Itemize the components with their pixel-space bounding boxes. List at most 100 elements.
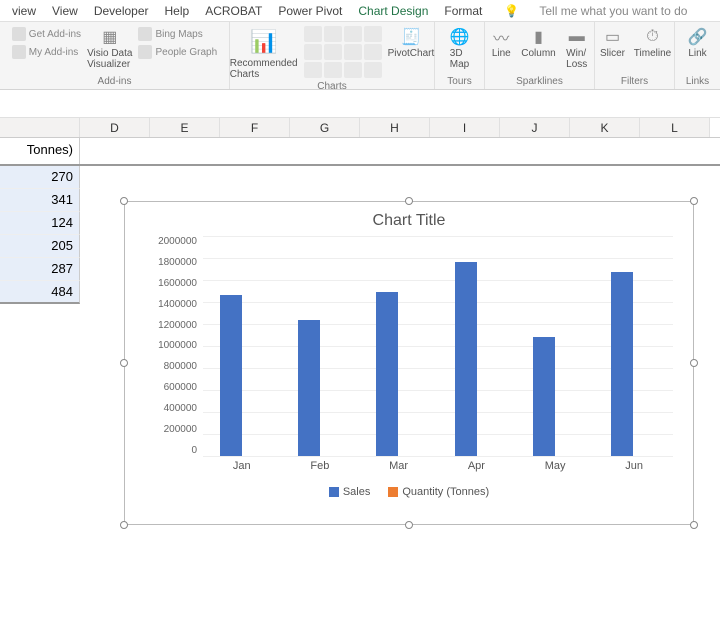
chart-plot-area[interactable]: 2000000180000016000001400000120000010000… — [203, 236, 673, 456]
get-addins-button[interactable]: Get Add-ins — [12, 26, 81, 42]
y-axis-labels: 2000000180000016000001400000120000010000… — [145, 236, 197, 456]
sparkline-winloss-button[interactable]: ▬Win/ Loss — [562, 26, 592, 70]
col-header[interactable]: D — [80, 118, 150, 137]
chart-type-icon[interactable] — [304, 62, 322, 78]
menu-item-chart-design[interactable]: Chart Design — [350, 4, 436, 18]
chart-type-icon[interactable] — [344, 44, 362, 60]
x-axis-labels: JanFebMarAprMayJun — [203, 460, 673, 472]
resize-handle[interactable] — [690, 359, 698, 367]
visio-icon: ▦ — [99, 26, 121, 48]
sparkline-line-button[interactable]: 〰Line — [487, 26, 515, 59]
group-tours: 🌐3D Map Tours — [435, 22, 485, 89]
line-icon: 〰 — [490, 26, 512, 48]
col-header[interactable]: L — [640, 118, 710, 137]
resize-handle[interactable] — [120, 197, 128, 205]
data-cell[interactable]: 341 — [0, 189, 80, 212]
group-charts: 📊Recommended Charts 🧾PivotChart Charts — [230, 22, 435, 89]
menu-item[interactable]: Developer — [86, 4, 157, 18]
chart-type-icon[interactable] — [324, 44, 342, 60]
chart-type-icon[interactable] — [364, 44, 382, 60]
sparkline-column-button[interactable]: ▮Column — [521, 26, 555, 59]
timeline-button[interactable]: ⏱Timeline — [634, 26, 672, 59]
tell-me-input[interactable]: Tell me what you want to do — [531, 4, 695, 18]
group-sparklines: 〰Line ▮Column ▬Win/ Loss Sparklines — [485, 22, 595, 89]
group-filters: ▭Slicer ⏱Timeline Filters — [595, 22, 675, 89]
resize-handle[interactable] — [690, 197, 698, 205]
chart-type-icon[interactable] — [364, 62, 382, 78]
chart-legend[interactable]: Sales Quantity (Tonnes) — [125, 486, 693, 498]
link-icon: 🔗 — [687, 26, 709, 48]
legend-swatch-icon — [329, 487, 339, 497]
col-header[interactable] — [0, 118, 80, 137]
col-header[interactable]: G — [290, 118, 360, 137]
group-links: 🔗Link Links — [675, 22, 720, 89]
chart-bars[interactable] — [203, 236, 673, 456]
chart-type-icon[interactable] — [304, 26, 322, 42]
visio-button[interactable]: ▦Visio Data Visualizer — [87, 26, 132, 70]
chart-type-icon[interactable] — [364, 26, 382, 42]
group-label: Charts — [317, 80, 346, 92]
chart-object[interactable]: Chart Title 2000000180000016000001400000… — [124, 201, 694, 525]
pivotchart-button[interactable]: 🧾PivotChart — [388, 26, 435, 59]
bar[interactable] — [455, 262, 477, 456]
col-header[interactable]: H — [360, 118, 430, 137]
group-label: Sparklines — [516, 75, 563, 87]
legend-item[interactable]: Sales — [329, 486, 371, 498]
people-icon — [138, 45, 152, 59]
menu-item[interactable]: Help — [157, 4, 198, 18]
chart-type-icon[interactable] — [344, 62, 362, 78]
legend-swatch-icon — [388, 487, 398, 497]
ribbon: Get Add-ins My Add-ins ▦Visio Data Visua… — [0, 22, 720, 90]
my-addins-button[interactable]: My Add-ins — [12, 44, 81, 60]
menu-bar: view View Developer Help ACROBAT Power P… — [0, 0, 720, 22]
3dmap-button[interactable]: 🌐3D Map — [440, 26, 480, 70]
bar[interactable] — [220, 295, 242, 456]
col-header[interactable]: E — [150, 118, 220, 137]
data-cell[interactable]: 287 — [0, 258, 80, 281]
bing-maps-button[interactable]: Bing Maps — [138, 26, 217, 42]
pivotchart-icon: 🧾 — [400, 26, 422, 48]
resize-handle[interactable] — [120, 359, 128, 367]
col-header[interactable]: K — [570, 118, 640, 137]
menu-item[interactable]: view — [4, 4, 44, 18]
menu-item[interactable]: ACROBAT — [197, 4, 270, 18]
resize-handle[interactable] — [120, 521, 128, 529]
winloss-icon: ▬ — [566, 26, 588, 48]
menu-item[interactable]: Format — [436, 4, 490, 18]
data-cell[interactable]: 270 — [0, 166, 80, 189]
menu-item[interactable]: Power Pivot — [270, 4, 350, 18]
data-cell[interactable]: 124 — [0, 212, 80, 235]
chart-type-icon[interactable] — [324, 26, 342, 42]
resize-handle[interactable] — [690, 521, 698, 529]
col-header[interactable]: F — [220, 118, 290, 137]
slicer-icon: ▭ — [602, 26, 624, 48]
bar[interactable] — [533, 337, 555, 456]
menu-item[interactable]: View — [44, 4, 86, 18]
header-cell[interactable]: Tonnes) — [0, 138, 80, 164]
chart-type-icon[interactable] — [324, 62, 342, 78]
group-label: Links — [686, 75, 709, 87]
column-headers: D E F G H I J K L — [0, 118, 720, 138]
col-header[interactable]: J — [500, 118, 570, 137]
bing-icon — [138, 27, 152, 41]
resize-handle[interactable] — [405, 521, 413, 529]
recommended-charts-button[interactable]: 📊Recommended Charts — [230, 26, 298, 80]
col-header[interactable]: I — [430, 118, 500, 137]
group-label: Filters — [621, 75, 648, 87]
legend-item[interactable]: Quantity (Tonnes) — [388, 486, 489, 498]
chart-type-icon[interactable] — [304, 44, 322, 60]
data-cell[interactable]: 205 — [0, 235, 80, 258]
resize-handle[interactable] — [405, 197, 413, 205]
slicer-button[interactable]: ▭Slicer — [598, 26, 628, 59]
bar[interactable] — [298, 320, 320, 456]
chart-type-icon[interactable] — [344, 26, 362, 42]
chart-title[interactable]: Chart Title — [125, 202, 693, 236]
people-graph-button[interactable]: People Graph — [138, 44, 217, 60]
worksheet[interactable]: D E F G H I J K L Tonnes) 270 341 124 20… — [0, 118, 720, 632]
bar[interactable] — [376, 292, 398, 456]
bar[interactable] — [611, 272, 633, 456]
chart-type-grid[interactable] — [304, 26, 382, 78]
link-button[interactable]: 🔗Link — [683, 26, 713, 59]
globe-icon: 🌐 — [449, 26, 471, 48]
data-cell[interactable]: 484 — [0, 281, 80, 304]
